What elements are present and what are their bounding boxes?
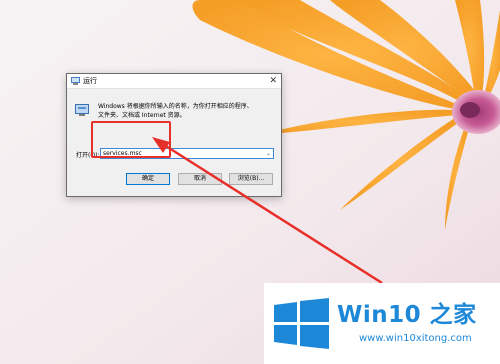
windows-logo-icon [274, 298, 329, 349]
watermark-title: Win10 之家 [337, 302, 477, 328]
watermark-url: www.win10xitong.com [359, 333, 472, 344]
win10-watermark: Win10 之家 www.win10xitong.com [264, 283, 500, 364]
